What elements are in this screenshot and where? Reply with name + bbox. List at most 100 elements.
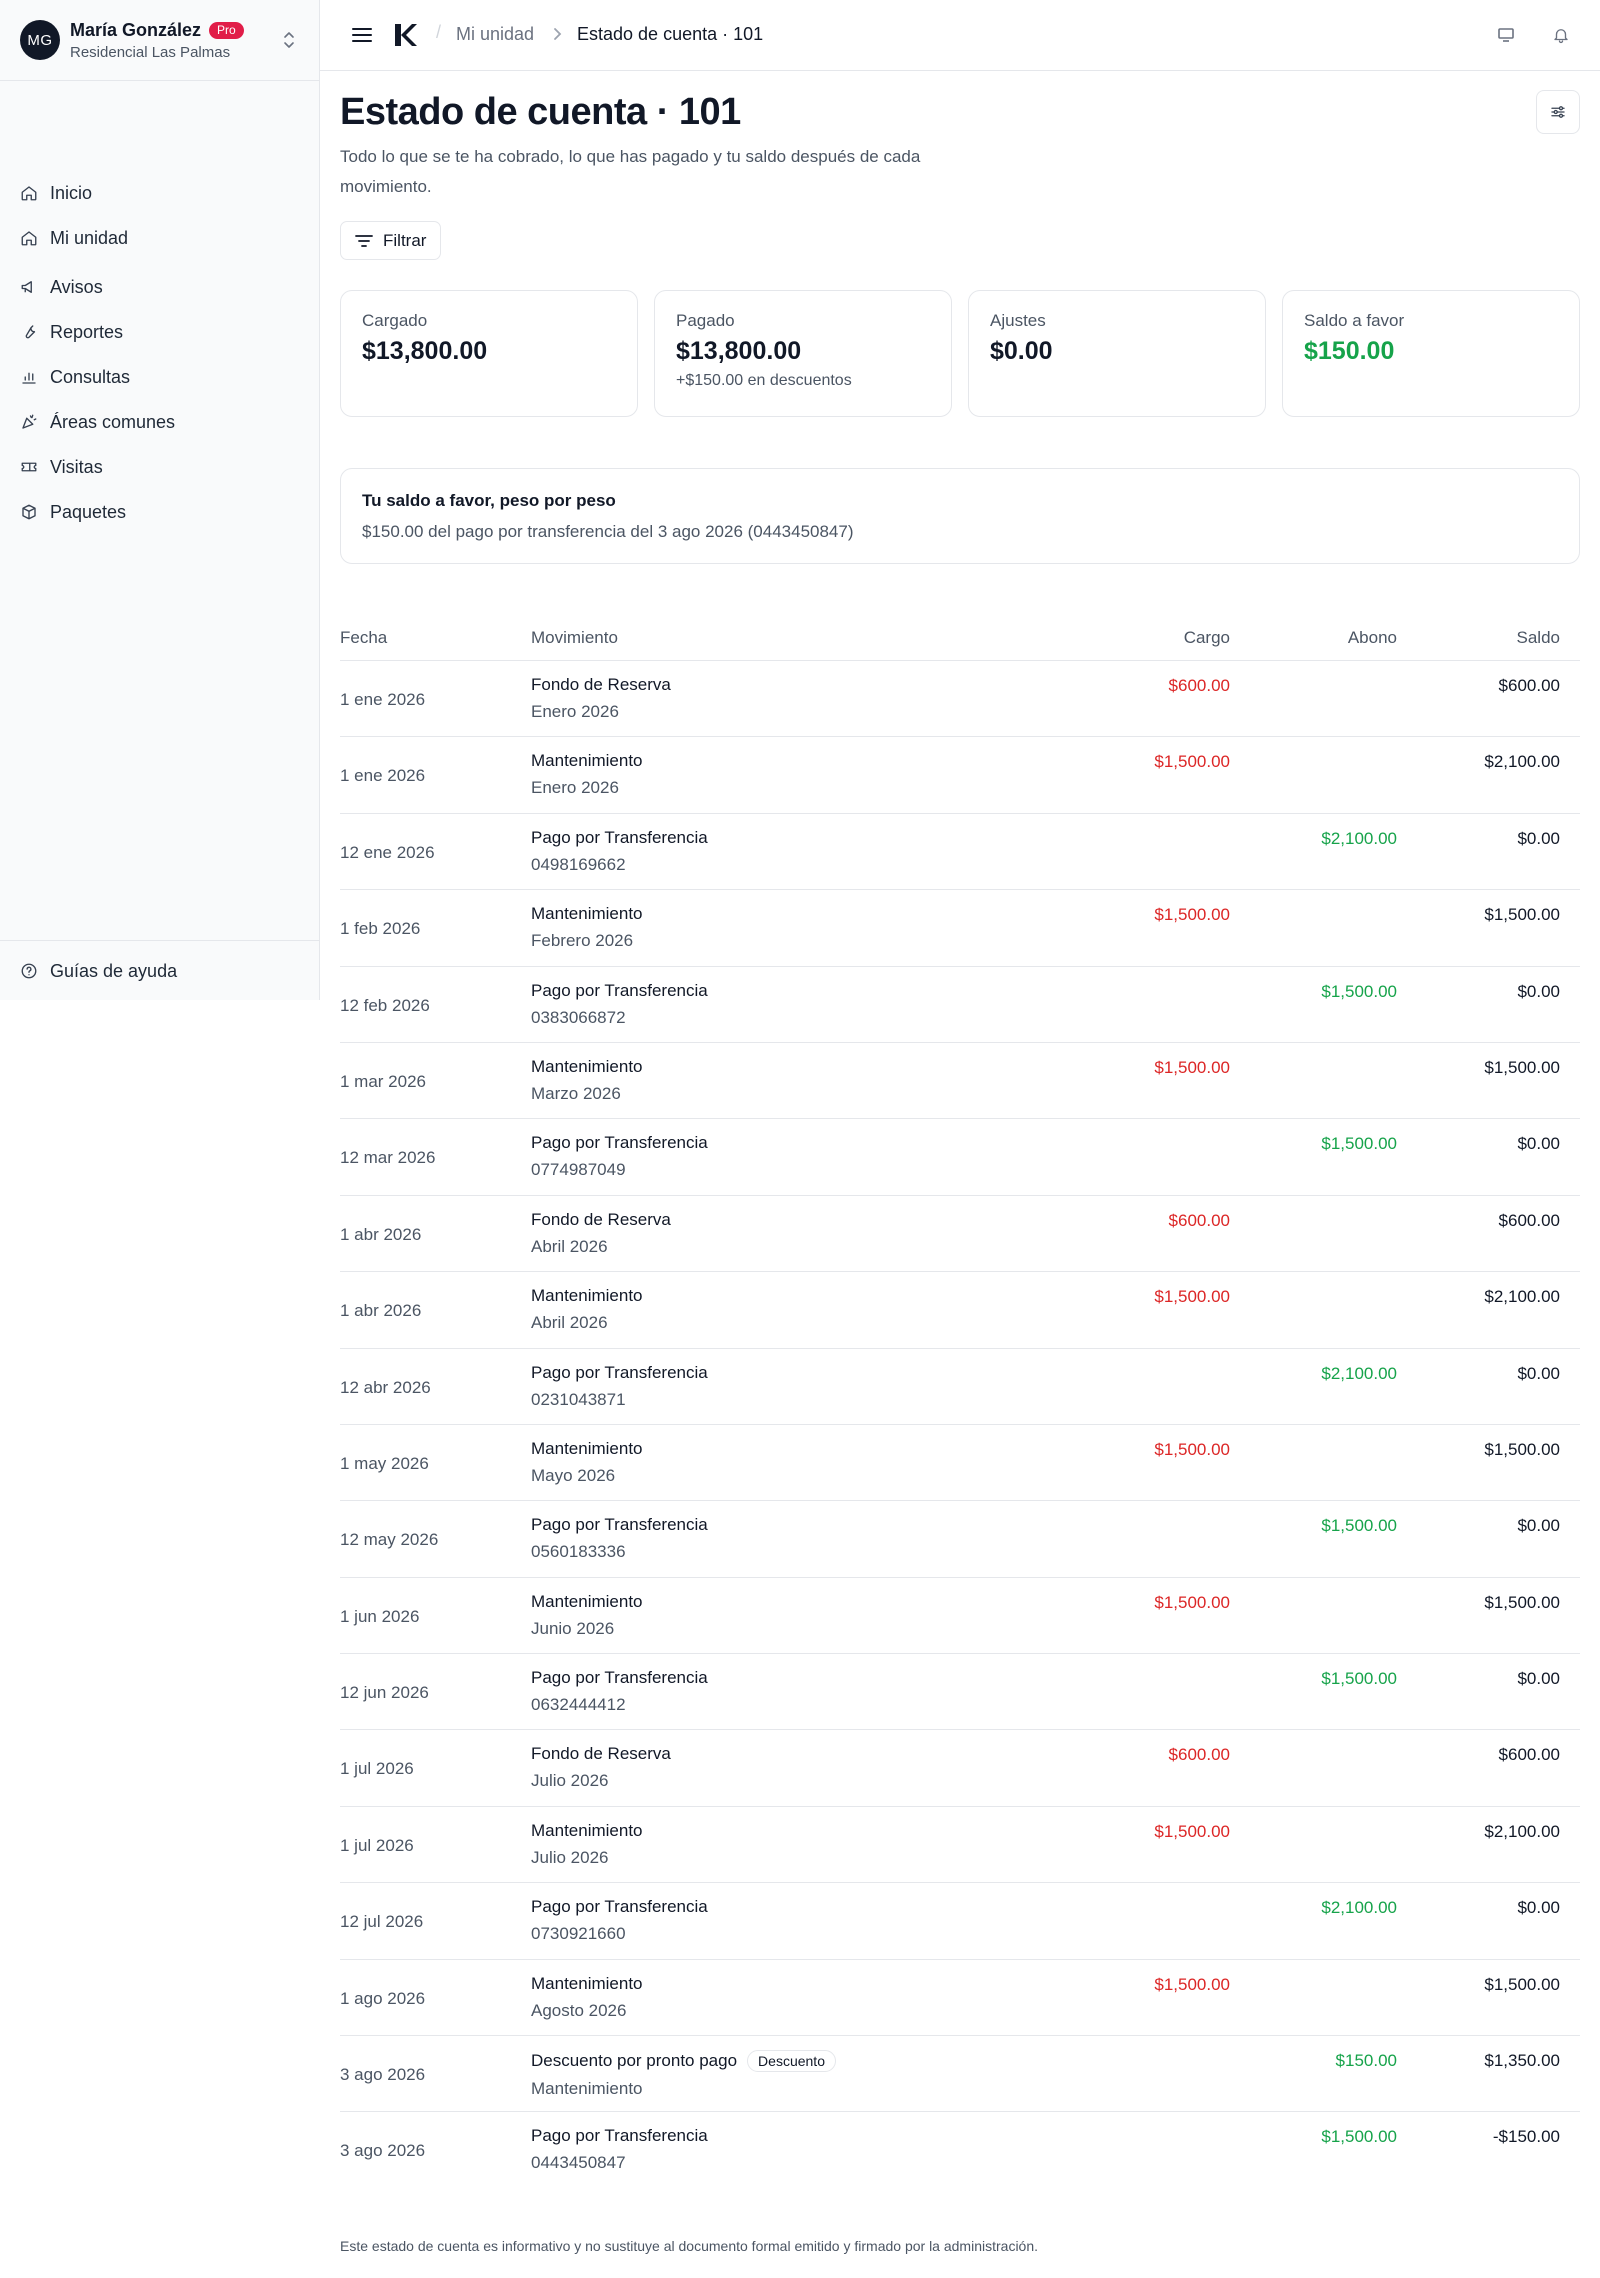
row-movement: Mantenimiento Enero 2026 xyxy=(531,751,643,798)
movement-title: Mantenimiento xyxy=(531,1820,643,1840)
card-value: $13,800.00 xyxy=(362,337,488,365)
row-movement: Descuento por pronto pago Descuento Manten… xyxy=(531,2050,836,2099)
user-name: María González xyxy=(70,19,202,40)
sidebar-item-avisos[interactable]: Avisos xyxy=(20,273,103,301)
workspace-switcher[interactable]: MG María González Pro Residencial Las Pa… xyxy=(0,0,319,81)
movement-title: Pago por Transferencia xyxy=(531,1362,708,1382)
filter-button[interactable]: Filtrar xyxy=(340,221,442,260)
table-row: 3 ago 2026 Descuento por pronto pago Descu… xyxy=(340,2036,1580,2113)
table-row: 1 mar 2026 Mantenimiento Marzo 2026 $1,500.… xyxy=(340,1043,1580,1120)
credit-breakdown-box: Tu saldo a favor, peso por peso $150.00 … xyxy=(340,468,1580,564)
breadcrumb-separator: / xyxy=(436,22,442,42)
row-balance: $1,350.00 xyxy=(1484,2051,1560,2071)
sidebar-item-label: Consultas xyxy=(50,366,131,387)
home-icon xyxy=(20,184,38,202)
row-credit: $1,500.00 xyxy=(1321,1516,1397,1536)
sidebar-item-reportes[interactable]: Reportes xyxy=(20,318,123,346)
user-info: María González Pro Residencial Las Palma… xyxy=(70,20,279,61)
sidebar-item-paquetes[interactable]: Paquetes xyxy=(20,498,126,526)
sidebar-item-areas-comunes[interactable]: Áreas comunes xyxy=(20,408,175,436)
card-value: $0.00 xyxy=(990,337,1053,365)
page-title: Estado de cuenta · 101 xyxy=(340,91,741,133)
movement-title: Pago por Transferencia xyxy=(531,1515,708,1535)
movement-detail: 0730921660 xyxy=(531,1924,626,1944)
row-balance: $1,500.00 xyxy=(1484,1974,1560,1994)
row-movement: Pago por Transferencia 0498169662 xyxy=(531,828,708,875)
row-movement: Mantenimiento Febrero 2026 xyxy=(531,904,643,951)
avatar: MG xyxy=(20,20,60,60)
sidebar-item-label: Avisos xyxy=(50,276,103,297)
movement-title: Fondo de Reserva xyxy=(531,675,671,694)
monitor-icon[interactable] xyxy=(1495,24,1517,46)
row-charge: $1,500.00 xyxy=(1154,905,1230,925)
movement-title: Descuento por pronto pago xyxy=(531,2051,738,2071)
row-balance: $0.00 xyxy=(1517,1516,1560,1536)
credit-breakdown-text: $150.00 del pago por transferencia del 3… xyxy=(362,522,854,541)
sidebar-item-guias-de-ayuda[interactable]: Guías de ayuda xyxy=(20,957,177,985)
row-movement: Mantenimiento Junio 2026 xyxy=(531,1592,643,1639)
sidebar-item-label: Paquetes xyxy=(50,501,127,522)
bell-icon[interactable] xyxy=(1550,24,1572,46)
row-balance: $1,500.00 xyxy=(1484,1592,1560,1612)
package-icon xyxy=(20,503,38,521)
chevron-up-down-icon[interactable] xyxy=(279,28,299,52)
sidebar-footer: Guías de ayuda xyxy=(0,940,319,1000)
row-date: 1 abr 2026 xyxy=(340,1224,422,1244)
row-charge: $1,500.00 xyxy=(1154,1439,1230,1459)
table-row: 3 ago 2026 Pago por Transferencia 04434508… xyxy=(340,2112,1580,2188)
movement-detail: Marzo 2026 xyxy=(531,1083,621,1103)
summary-card-pagado: Pagado $13,800.00 +$150.00 en descuentos xyxy=(654,290,952,417)
row-balance: $0.00 xyxy=(1517,828,1560,848)
row-movement: Mantenimiento Agosto 2026 xyxy=(531,1974,643,2021)
sidebar-item-visitas[interactable]: Visitas xyxy=(20,453,103,481)
table-body: 1 ene 2026 Fondo de Reserva Enero 2026 $600… xyxy=(340,661,1580,2189)
row-date: 1 may 2026 xyxy=(340,1453,429,1473)
view-settings-button[interactable] xyxy=(1536,90,1580,134)
table-row: 1 may 2026 Mantenimiento Mayo 2026 $1,500.0… xyxy=(340,1425,1580,1502)
row-date: 12 jun 2026 xyxy=(340,1683,429,1703)
row-movement: Fondo de Reserva Enero 2026 xyxy=(531,675,671,722)
row-movement: Pago por Transferencia 0560183336 xyxy=(531,1515,708,1562)
row-balance: $600.00 xyxy=(1498,676,1560,695)
row-date: 1 jun 2026 xyxy=(340,1606,420,1626)
row-movement: Mantenimiento Marzo 2026 xyxy=(531,1057,643,1104)
sidebar-item-consultas[interactable]: Consultas xyxy=(20,363,130,391)
party-icon xyxy=(20,413,38,431)
row-charge: $1,500.00 xyxy=(1154,752,1230,772)
row-credit: $1,500.00 xyxy=(1321,981,1397,1001)
movement-badge: Descuento xyxy=(747,2050,836,2073)
sidebar-item-label: Inicio xyxy=(50,182,93,203)
movement-detail: Julio 2026 xyxy=(531,1847,609,1867)
table-row: 1 ago 2026 Mantenimiento Agosto 2026 $1,500… xyxy=(340,1960,1580,2037)
movement-title: Fondo de Reserva xyxy=(531,1209,671,1229)
sidebar-item-inicio[interactable]: Inicio xyxy=(20,179,92,207)
table-row: 1 jul 2026 Fondo de Reserva Julio 2026 $600… xyxy=(340,1730,1580,1807)
row-charge: $600.00 xyxy=(1168,676,1230,695)
row-date: 12 jul 2026 xyxy=(340,1912,424,1932)
row-charge: $600.00 xyxy=(1168,1210,1230,1230)
row-balance: $1,500.00 xyxy=(1484,1439,1560,1459)
table-header: Fecha Movimiento Cargo Abono Saldo xyxy=(340,613,1580,661)
table-row: 12 jun 2026 Pago por Transferencia 0632444… xyxy=(340,1654,1580,1731)
column-header-charge: Cargo xyxy=(1183,628,1230,647)
row-date: 12 mar 2026 xyxy=(340,1148,436,1168)
table-row: 12 jul 2026 Pago por Transferencia 0730921… xyxy=(340,1883,1580,1960)
filter-lines-icon xyxy=(355,234,373,248)
sidebar-item-mi-unidad[interactable]: Mi unidad xyxy=(20,224,128,252)
app-logo[interactable] xyxy=(392,22,418,48)
card-label: Saldo a favor xyxy=(1304,311,1405,330)
breadcrumb-parent[interactable]: Mi unidad xyxy=(456,24,534,45)
menu-icon[interactable] xyxy=(350,23,374,47)
card-value: $13,800.00 xyxy=(676,337,802,365)
card-label: Ajustes xyxy=(990,311,1046,330)
summary-card-saldo-a-favor: Saldo a favor $150.00 xyxy=(1282,290,1580,417)
row-credit: $2,100.00 xyxy=(1321,828,1397,848)
row-balance: $0.00 xyxy=(1517,981,1560,1001)
column-header-credit: Abono xyxy=(1347,628,1397,647)
row-balance: $0.00 xyxy=(1517,1669,1560,1689)
residence-name: Residencial Las Palmas xyxy=(70,43,231,61)
row-balance: $1,500.00 xyxy=(1484,905,1560,925)
row-date: 12 feb 2026 xyxy=(340,995,430,1015)
table-row: 1 ene 2026 Fondo de Reserva Enero 2026 $600… xyxy=(340,661,1580,738)
row-date: 1 ago 2026 xyxy=(340,1988,426,2008)
